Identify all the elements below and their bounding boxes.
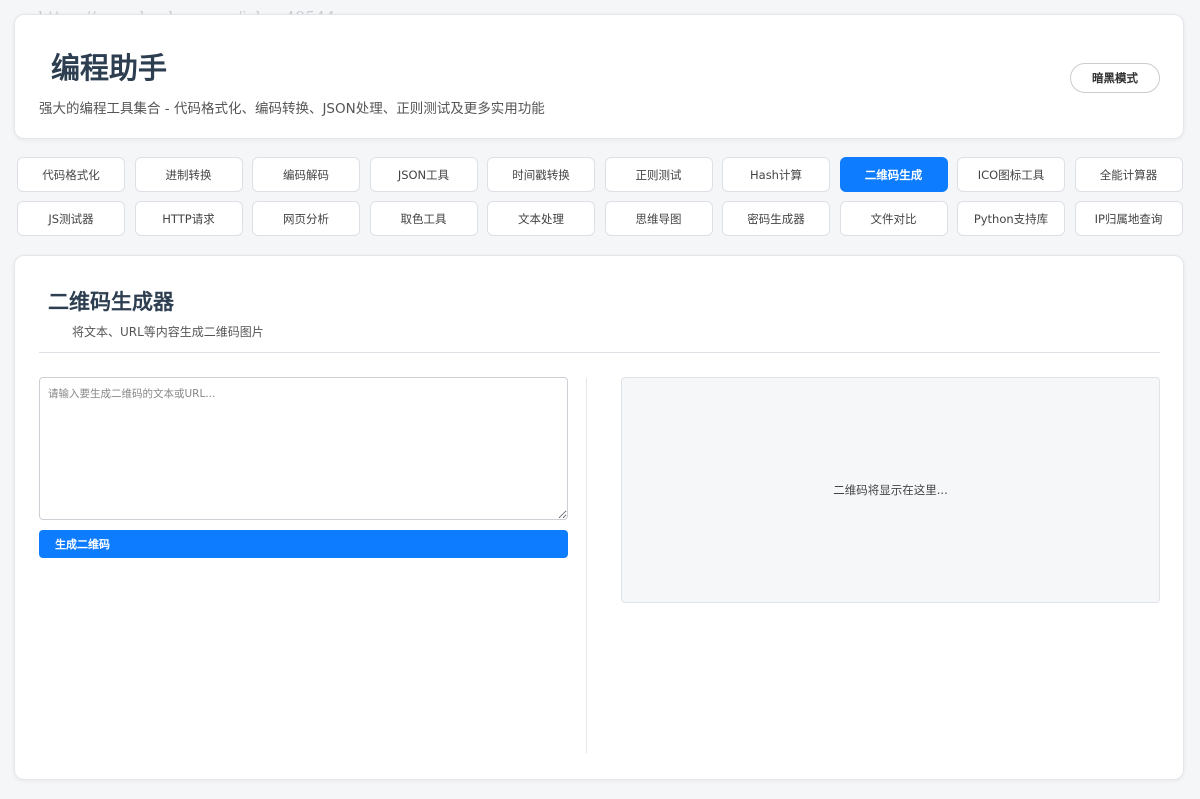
tab-ico-tool[interactable]: ICO图标工具 (957, 157, 1065, 192)
app-subtitle: 强大的编程工具集合 - 代码格式化、编码转换、JSON处理、正则测试及更多实用功… (39, 101, 545, 117)
generate-qrcode-button[interactable]: 生成二维码 (39, 530, 568, 558)
tab-python-libs[interactable]: Python支持库 (957, 201, 1065, 236)
tab-mindmap[interactable]: 思维导图 (604, 201, 713, 236)
tab-qrcode[interactable]: 二维码生成 (839, 157, 948, 192)
tool-title: 二维码生成器 (48, 290, 174, 314)
tool-description: 将文本、URL等内容生成二维码图片 (72, 325, 264, 339)
tab-regex-test[interactable]: 正则测试 (604, 157, 713, 192)
column-divider (586, 378, 587, 753)
qr-output-area: 二维码将显示在这里... (621, 377, 1160, 603)
app-title: 编程助手 (51, 51, 168, 85)
qr-output-placeholder: 二维码将显示在这里... (833, 483, 948, 497)
tab-password-gen[interactable]: 密码生成器 (722, 201, 830, 236)
dark-mode-button[interactable]: 暗黑模式 (1070, 63, 1160, 93)
tab-base-convert[interactable]: 进制转换 (134, 157, 243, 192)
qr-text-input[interactable] (39, 377, 568, 520)
tab-encode-decode[interactable]: 编码解码 (252, 157, 360, 192)
tab-color-picker[interactable]: 取色工具 (369, 201, 478, 236)
tab-hash[interactable]: Hash计算 (722, 157, 830, 192)
header-divider (39, 352, 1160, 353)
tool-panel: 二维码生成器 将文本、URL等内容生成二维码图片 生成二维码 二维码将显示在这里… (14, 255, 1184, 780)
tab-json-tool[interactable]: JSON工具 (369, 157, 478, 192)
tab-js-tester[interactable]: JS测试器 (17, 201, 125, 236)
tab-code-format[interactable]: 代码格式化 (17, 157, 125, 192)
tab-http-request[interactable]: HTTP请求 (134, 201, 243, 236)
tab-text-process[interactable]: 文本处理 (487, 201, 595, 236)
tab-calculator[interactable]: 全能计算器 (1074, 157, 1183, 192)
tab-ip-lookup[interactable]: IP归属地查询 (1074, 201, 1183, 236)
tab-timestamp[interactable]: 时间戳转换 (487, 157, 595, 192)
tool-tabs: 代码格式化 进制转换 编码解码 JSON工具 时间戳转换 正则测试 Hash计算… (17, 157, 1183, 236)
app-header: 编程助手 强大的编程工具集合 - 代码格式化、编码转换、JSON处理、正则测试及… (14, 14, 1184, 139)
tab-web-analysis[interactable]: 网页分析 (252, 201, 360, 236)
tab-file-diff[interactable]: 文件对比 (839, 201, 948, 236)
